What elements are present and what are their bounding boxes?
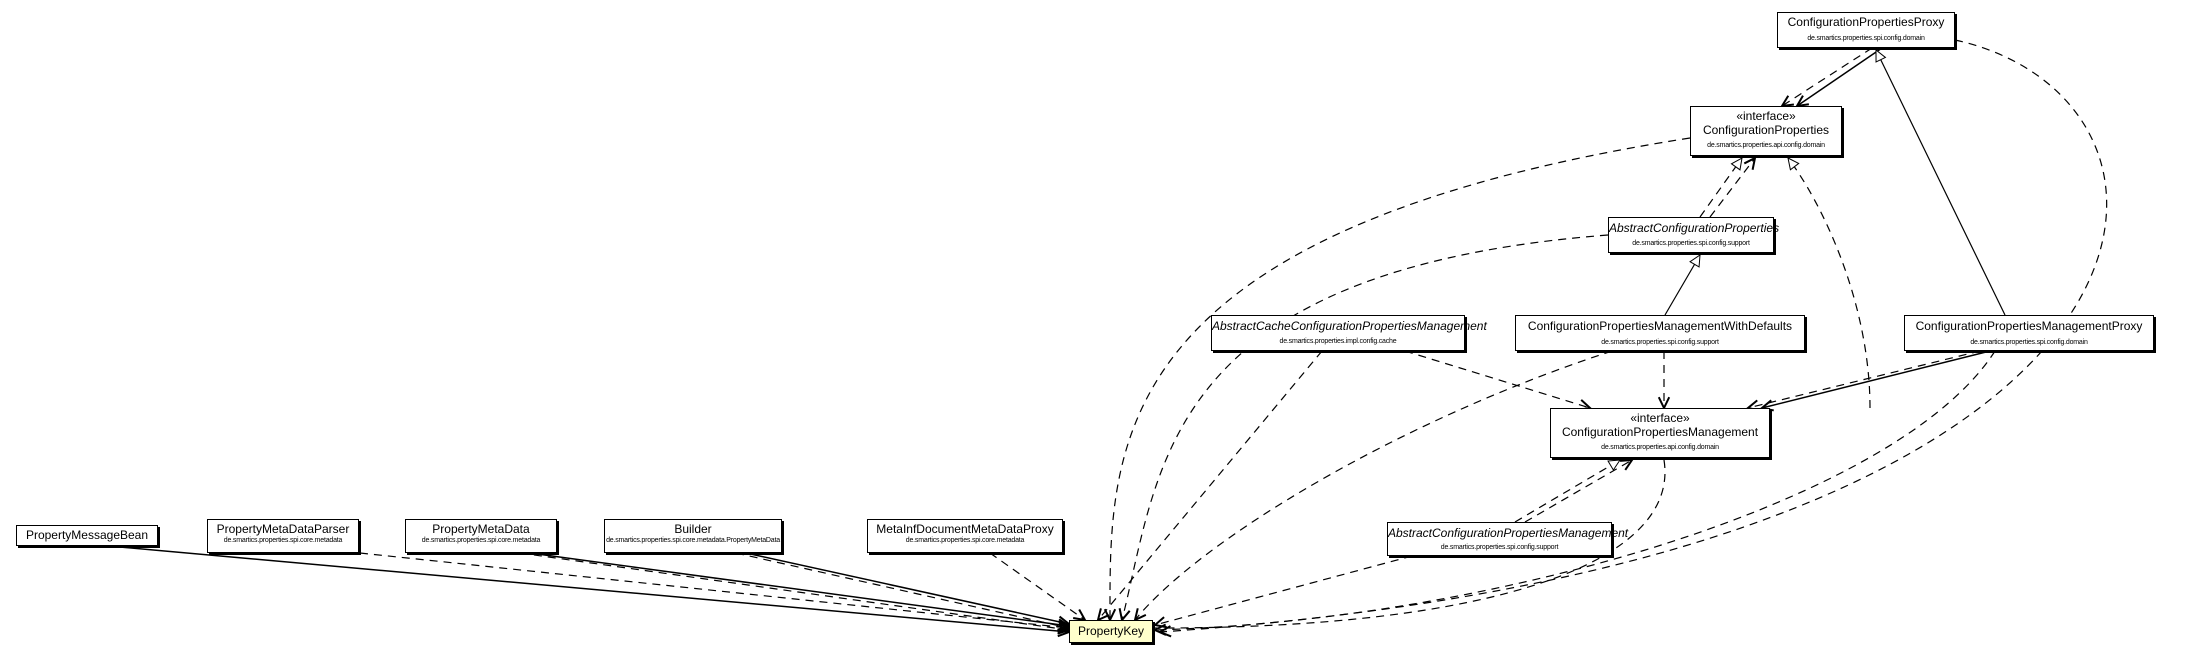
- class-abstract-cache-configuration-properties-management[interactable]: AbstractCacheConfigurationPropertiesMana…: [1211, 315, 1487, 351]
- open-arrowhead: [1743, 156, 1757, 170]
- class-configuration-properties-proxy[interactable]: ConfigurationPropertiesProxy de.smartics…: [1777, 12, 1955, 48]
- package-name: de.smartics.properties.spi.core.metadata: [905, 536, 1025, 544]
- edge-association-pmd-to-pk: [529, 552, 1070, 627]
- class-name: ConfigurationPropertiesManagementWithDef…: [1527, 319, 1793, 333]
- edge-realization-acpm-to-cpm: [1514, 459, 1621, 523]
- class-name: PropertyMetaData: [432, 522, 530, 536]
- edge-dependency-cpmwd-to-pk: [1134, 350, 1613, 621]
- edge-dependency-pmdp-to-pk: [359, 552, 1070, 629]
- class-abstract-configuration-properties[interactable]: AbstractConfigurationProperties de.smart…: [1608, 217, 1780, 253]
- hollow-arrowhead: [1689, 254, 1701, 268]
- edge-association-pmb-to-pk: [119, 546, 1070, 633]
- open-arrowhead: [1619, 458, 1634, 471]
- class-name: PropertyKey: [1077, 624, 1145, 638]
- interface-configuration-properties-management[interactable]: «interface» ConfigurationPropertiesManag…: [1550, 408, 1770, 458]
- package-name: de.smartics.properties.spi.config.domain: [1807, 34, 1925, 42]
- class-name: PropertyMessageBean: [25, 528, 149, 542]
- class-property-key[interactable]: PropertyKey: [1069, 620, 1153, 643]
- class-name: AbstractCacheConfigurationPropertiesMana…: [1212, 319, 1487, 333]
- package-name: de.smartics.properties.api.config.domain: [1601, 443, 1719, 451]
- edge-dependency-acp-to-pk: [1121, 234, 1609, 621]
- edge-generalization-cpmProxy-to-cpProxy: [1875, 49, 2006, 316]
- package-name: de.smartics.properties.spi.core.metadata: [223, 536, 343, 544]
- hollow-arrowhead: [1875, 48, 1887, 63]
- class-name: AbstractConfigurationProperties: [1609, 221, 1780, 235]
- class-property-message-bean[interactable]: PropertyMessageBean: [16, 525, 158, 546]
- edge-dependency-acpm-to-cpm: [1524, 459, 1633, 523]
- package-name: de.smartics.properties.spi.config.suppor…: [1601, 338, 1719, 346]
- class-name: ConfigurationPropertiesManagementProxy: [1915, 319, 2143, 333]
- package-name: de.smartics.properties.spi.core.metadata: [421, 536, 541, 544]
- edge-realization-cpm-to-cp: [1787, 157, 1871, 409]
- class-configuration-properties-management-proxy[interactable]: ConfigurationPropertiesManagementProxy d…: [1904, 315, 2154, 351]
- class-abstract-configuration-properties-management[interactable]: AbstractConfigurationPropertiesManagemen…: [1387, 522, 1629, 556]
- class-name: ConfigurationPropertiesProxy: [1787, 15, 1945, 29]
- hollow-arrowhead: [1607, 459, 1621, 471]
- hollow-arrowhead: [1730, 157, 1743, 171]
- class-property-meta-data-parser[interactable]: PropertyMetaDataParser de.smartics.prope…: [207, 519, 359, 553]
- edge-association-cpProxy-to-cp: [1796, 47, 1883, 107]
- class-name: PropertyMetaDataParser: [216, 522, 350, 536]
- interface-configuration-properties[interactable]: «interface» ConfigurationProperties de.s…: [1690, 106, 1842, 156]
- class-configuration-properties-management-with-defaults[interactable]: ConfigurationPropertiesManagementWithDef…: [1515, 315, 1805, 351]
- class-name: MetaInfDocumentMetaDataProxy: [876, 522, 1054, 536]
- class-builder[interactable]: Builder de.smartics.properties.spi.core.…: [604, 519, 782, 553]
- edge-dependency-acp-to-cp: [1709, 157, 1756, 218]
- package-name: de.smartics.properties.impl.config.cache: [1279, 337, 1397, 345]
- class-name: AbstractConfigurationPropertiesManagemen…: [1388, 526, 1629, 540]
- open-arrowhead: [1072, 609, 1087, 622]
- edge-dependency-accpm-to-pk: [1097, 350, 1323, 621]
- stereotype-label: «interface»: [1736, 109, 1796, 123]
- class-property-meta-data[interactable]: PropertyMetaData de.smartics.properties.…: [405, 519, 557, 553]
- edge-dependency-cpmProxy-to-pk: [1154, 350, 1996, 631]
- edge-dependency-accpm-to-cpm: [1404, 350, 1591, 409]
- edge-dependency-pmd-to-pk: [519, 552, 1070, 631]
- package-name: de.smartics.properties.spi.config.suppor…: [1440, 543, 1559, 551]
- package-name: de.smartics.properties.spi.config.domain: [1970, 338, 2088, 346]
- class-name: ConfigurationPropertiesManagement: [1561, 424, 1759, 439]
- package-name: de.smartics.properties.api.config.domain: [1707, 141, 1825, 149]
- dependency-edges: [119, 39, 2108, 638]
- stereotype-label: «interface»: [1630, 411, 1690, 425]
- edge-dependency-cpProxy-to-cp: [1781, 47, 1873, 107]
- open-arrowhead: [1795, 95, 1810, 108]
- edge-dependency-cpmProxy-to-cpm: [1747, 350, 1981, 409]
- class-meta-inf-document-meta-data-proxy[interactable]: MetaInfDocumentMetaDataProxy de.smartics…: [867, 519, 1063, 553]
- edge-association-cpmProxy-to-cpm: [1761, 350, 1991, 409]
- open-arrowhead: [1780, 95, 1795, 108]
- edge-dependency-acpm-to-pk: [1154, 555, 1413, 626]
- package-name: de.smartics.properties.spi.config.suppor…: [1632, 239, 1750, 247]
- class-name: ConfigurationProperties: [1702, 122, 1830, 137]
- hollow-arrowhead: [1787, 157, 1800, 171]
- package-name: de.smartics.properties.spi.core.metadata…: [606, 536, 780, 544]
- class-name: Builder: [674, 522, 712, 536]
